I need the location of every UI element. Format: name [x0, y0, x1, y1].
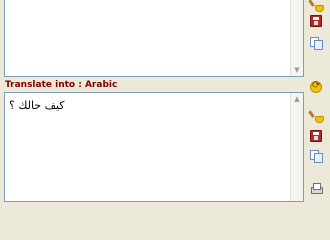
- save-source-button[interactable]: [306, 12, 326, 30]
- translated-text: كيف حالك ؟: [9, 99, 65, 112]
- copy-icon: [310, 150, 323, 163]
- clear-icon: [310, 110, 324, 123]
- print-icon: [310, 183, 323, 195]
- clear-target-button[interactable]: [306, 107, 326, 125]
- copy-target-button[interactable]: [306, 147, 326, 165]
- scroll-up-arrow-icon[interactable]: ▲: [293, 95, 301, 103]
- swap-icon: [310, 80, 322, 93]
- source-scrollbar[interactable]: ▼: [290, 0, 303, 76]
- save-target-button[interactable]: [306, 127, 326, 145]
- save-icon: [310, 15, 322, 27]
- source-text-area[interactable]: ▼: [4, 0, 304, 77]
- clear-icon: [310, 0, 324, 12]
- translate-into-label: Translate into : Arabic: [5, 80, 118, 90]
- translated-text-area[interactable]: كيف حالك ؟ ▲: [4, 92, 304, 202]
- swap-button[interactable]: [306, 78, 326, 96]
- copy-icon: [310, 37, 323, 50]
- scroll-down-arrow-icon[interactable]: ▼: [293, 66, 301, 74]
- translated-scrollbar[interactable]: ▲: [290, 93, 303, 201]
- print-target-button[interactable]: [306, 180, 326, 198]
- copy-source-button[interactable]: [306, 34, 326, 52]
- save-icon: [310, 130, 322, 142]
